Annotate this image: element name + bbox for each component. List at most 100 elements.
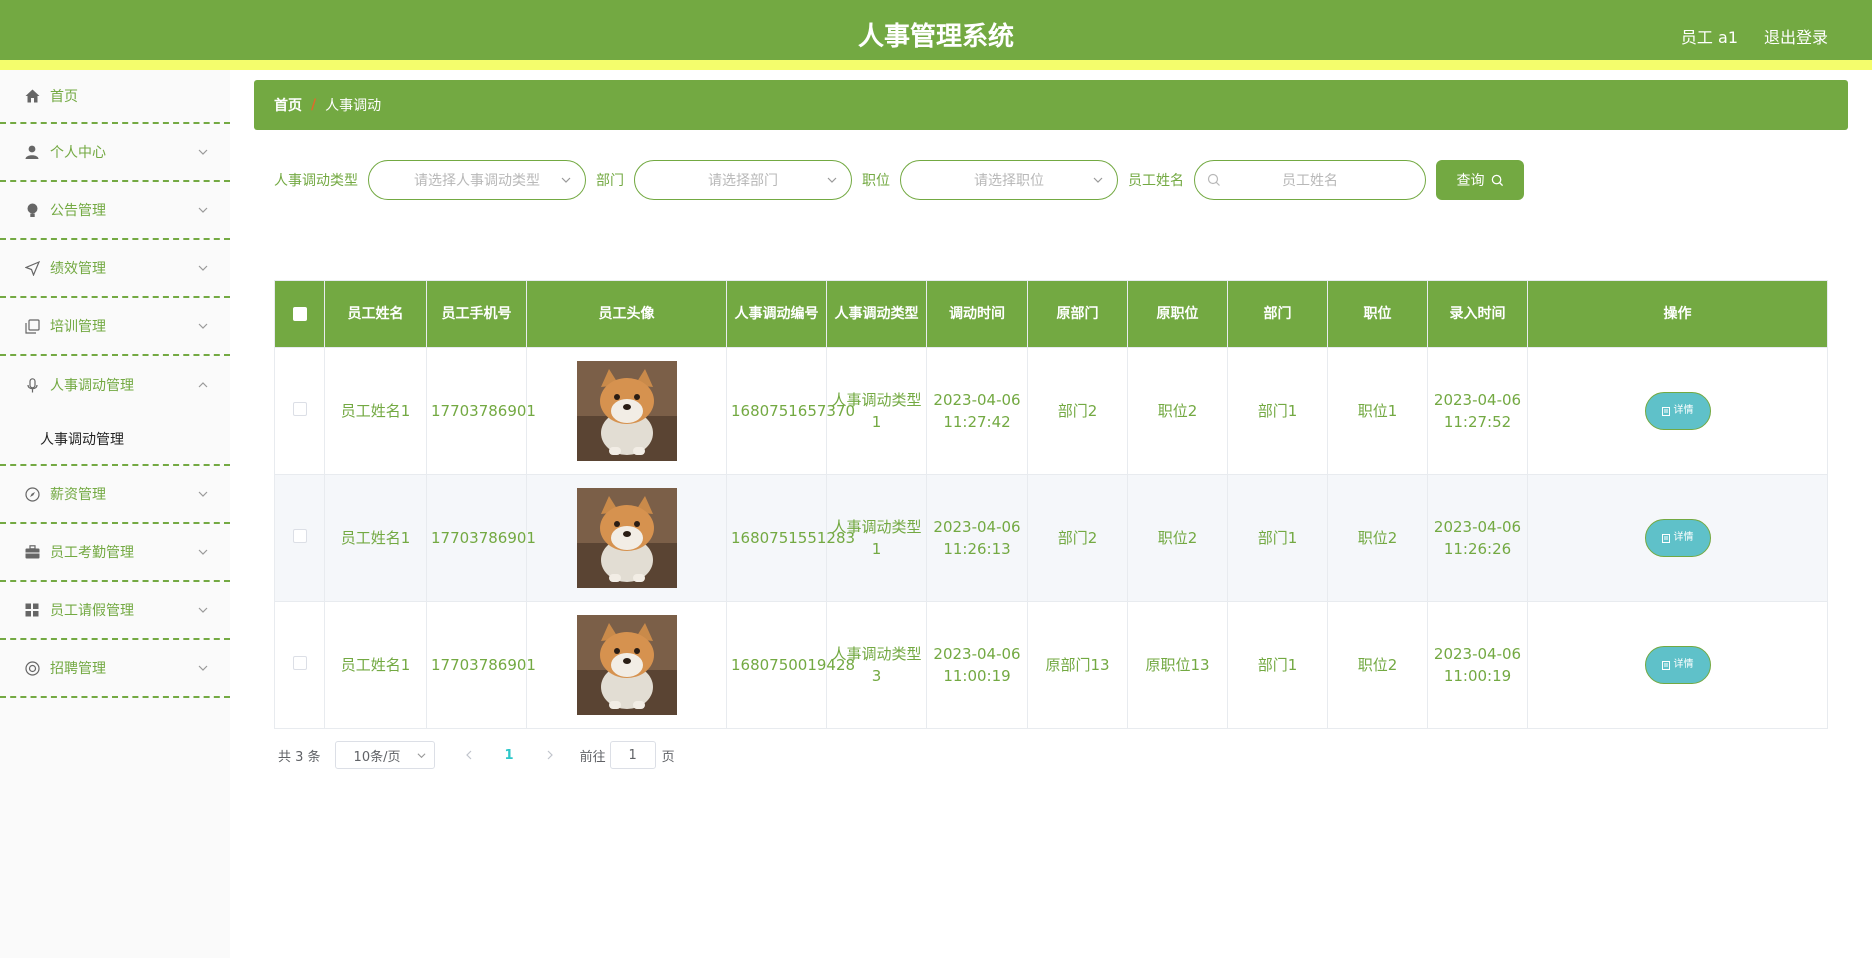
- sidebar-item-salary[interactable]: 薪资管理: [0, 466, 230, 524]
- chevron-down-icon: [198, 607, 208, 613]
- column-header: 员工手机号: [426, 280, 527, 348]
- pagination: 共 3 条 10条/页 1 前往 1 页: [278, 741, 675, 769]
- table-header-row: 员工姓名 员工手机号 员工头像 人事调动编号 人事调动类型 调动时间 原部门 原…: [274, 280, 1828, 348]
- chevron-down-icon: [827, 177, 837, 183]
- detail-button[interactable]: 详情: [1644, 392, 1711, 430]
- dept-filter-label: 部门: [596, 173, 624, 189]
- page-number-current[interactable]: 1: [505, 748, 514, 763]
- dept-cell: 部门1: [1227, 347, 1328, 475]
- header-stripe: [0, 60, 1872, 70]
- logout-link[interactable]: 退出登录: [1764, 24, 1828, 48]
- chevron-down-icon: [198, 265, 208, 271]
- sidebar-item-home[interactable]: 首页: [0, 70, 230, 124]
- row-select-cell: [274, 601, 325, 729]
- row-checkbox[interactable]: [292, 656, 307, 670]
- sidebar-item-performance[interactable]: 绩效管理: [0, 240, 230, 298]
- old-dept-cell: 部门2: [1027, 347, 1128, 475]
- breadcrumb: 首页 / 人事调动: [254, 80, 1848, 130]
- chevron-down-icon: [198, 323, 208, 329]
- document-icon: [1661, 406, 1670, 416]
- chevron-down-icon: [198, 207, 208, 213]
- name-filter-label: 员工姓名: [1128, 173, 1184, 189]
- transfer-no-cell: 1680751551283: [726, 474, 855, 602]
- query-button[interactable]: 查询: [1436, 160, 1524, 200]
- detail-button-label: 详情: [1673, 405, 1694, 416]
- help-ring-icon: [24, 660, 40, 676]
- total-count: 共 3 条: [278, 749, 321, 765]
- compass-icon: [24, 486, 40, 502]
- submenu-transfer-management[interactable]: 人事调动管理: [0, 414, 230, 466]
- table-row: 员工姓名1 17703786901 1680751657370 人事调动类型1 …: [274, 347, 1828, 475]
- table-row: 员工姓名1 17703786901 1680751551283 人事调动类型1 …: [274, 474, 1828, 602]
- prev-page-button[interactable]: [461, 750, 477, 760]
- chevron-right-icon: [547, 750, 553, 760]
- employee-name-cell: 员工姓名1: [324, 347, 427, 475]
- sidebar-item-label: 薪资管理: [50, 487, 106, 503]
- chevron-down-icon: [417, 753, 426, 759]
- transfer-time-cell: 2023-04-06 11:00:19: [926, 601, 1028, 729]
- row-select-cell: [274, 474, 325, 602]
- sidebar-item-training[interactable]: 培训管理: [0, 298, 230, 356]
- sidebar-item-label: 人事调动管理: [50, 378, 134, 394]
- position-cell: 职位1: [1327, 347, 1428, 475]
- search-icon: [1491, 174, 1503, 186]
- detail-button[interactable]: 详情: [1644, 646, 1711, 684]
- row-checkbox[interactable]: [292, 402, 307, 416]
- breadcrumb-current: 人事调动: [325, 98, 382, 114]
- row-checkbox[interactable]: [292, 529, 307, 543]
- sidebar-item-leave[interactable]: 员工请假管理: [0, 582, 230, 640]
- action-cell: 详情: [1527, 347, 1828, 475]
- created-time-cell: 2023-04-06 11:27:52: [1427, 347, 1528, 475]
- table-row: 员工姓名1 17703786901 1680750019428 人事调动类型3 …: [274, 601, 1828, 729]
- breadcrumb-home[interactable]: 首页: [274, 95, 302, 115]
- next-page-button[interactable]: [542, 750, 558, 760]
- page-size-value: 10条/页: [353, 749, 401, 765]
- bulb-icon: [24, 202, 40, 218]
- chevron-down-icon: [198, 149, 208, 155]
- employee-name-input[interactable]: 员工姓名: [1194, 160, 1426, 200]
- sidebar-item-notice[interactable]: 公告管理: [0, 182, 230, 240]
- chevron-down-icon: [198, 549, 208, 555]
- old-position-cell: 原职位13: [1127, 601, 1228, 729]
- transfer-type-placeholder: 请选择人事调动类型: [414, 173, 540, 189]
- column-header: 职位: [1327, 280, 1428, 348]
- mic-icon: [24, 377, 40, 393]
- sidebar-item-label: 绩效管理: [50, 261, 106, 277]
- send-icon: [24, 260, 40, 276]
- avatar-cell: [526, 601, 727, 729]
- position-select[interactable]: 请选择职位: [900, 160, 1118, 200]
- top-header: 人事管理系统 员工 a1 退出登录: [0, 0, 1872, 70]
- column-header: 调动时间: [926, 280, 1028, 348]
- detail-button[interactable]: 详情: [1644, 519, 1711, 557]
- type-filter-label: 人事调动类型: [274, 173, 358, 189]
- employee-name-cell: 员工姓名1: [324, 474, 427, 602]
- current-user: 员工 a1: [1680, 28, 1738, 47]
- avatar: [576, 488, 677, 588]
- select-all-checkbox[interactable]: [292, 306, 307, 321]
- sidebar-item-transfer[interactable]: 人事调动管理: [0, 356, 230, 414]
- sidebar-item-recruit[interactable]: 招聘管理: [0, 640, 230, 698]
- chevron-down-icon: [561, 177, 571, 183]
- page-size-select[interactable]: 10条/页: [334, 741, 435, 769]
- phone-cell: 17703786901: [426, 601, 536, 729]
- grid-icon: [24, 602, 40, 618]
- chevron-left-icon: [465, 750, 471, 760]
- department-select[interactable]: 请选择部门: [634, 160, 852, 200]
- briefcase-icon: [24, 544, 40, 560]
- chevron-down-icon: [198, 491, 208, 497]
- goto-page-input[interactable]: 1: [609, 741, 656, 769]
- copy-icon: [24, 318, 40, 334]
- created-time-cell: 2023-04-06 11:26:26: [1427, 474, 1528, 602]
- transfer-type-select[interactable]: 请选择人事调动类型: [368, 160, 586, 200]
- action-cell: 详情: [1527, 474, 1828, 602]
- department-placeholder: 请选择部门: [708, 173, 778, 189]
- dept-cell: 部门1: [1227, 474, 1328, 602]
- sidebar-item-attendance[interactable]: 员工考勤管理: [0, 524, 230, 582]
- detail-button-label: 详情: [1673, 659, 1694, 670]
- avatar: [576, 615, 677, 715]
- column-header: 人事调动类型: [826, 280, 927, 348]
- old-dept-cell: 原部门13: [1027, 601, 1128, 729]
- position-cell: 职位2: [1327, 601, 1428, 729]
- document-icon: [1661, 660, 1670, 670]
- sidebar-item-personal[interactable]: 个人中心: [0, 124, 230, 182]
